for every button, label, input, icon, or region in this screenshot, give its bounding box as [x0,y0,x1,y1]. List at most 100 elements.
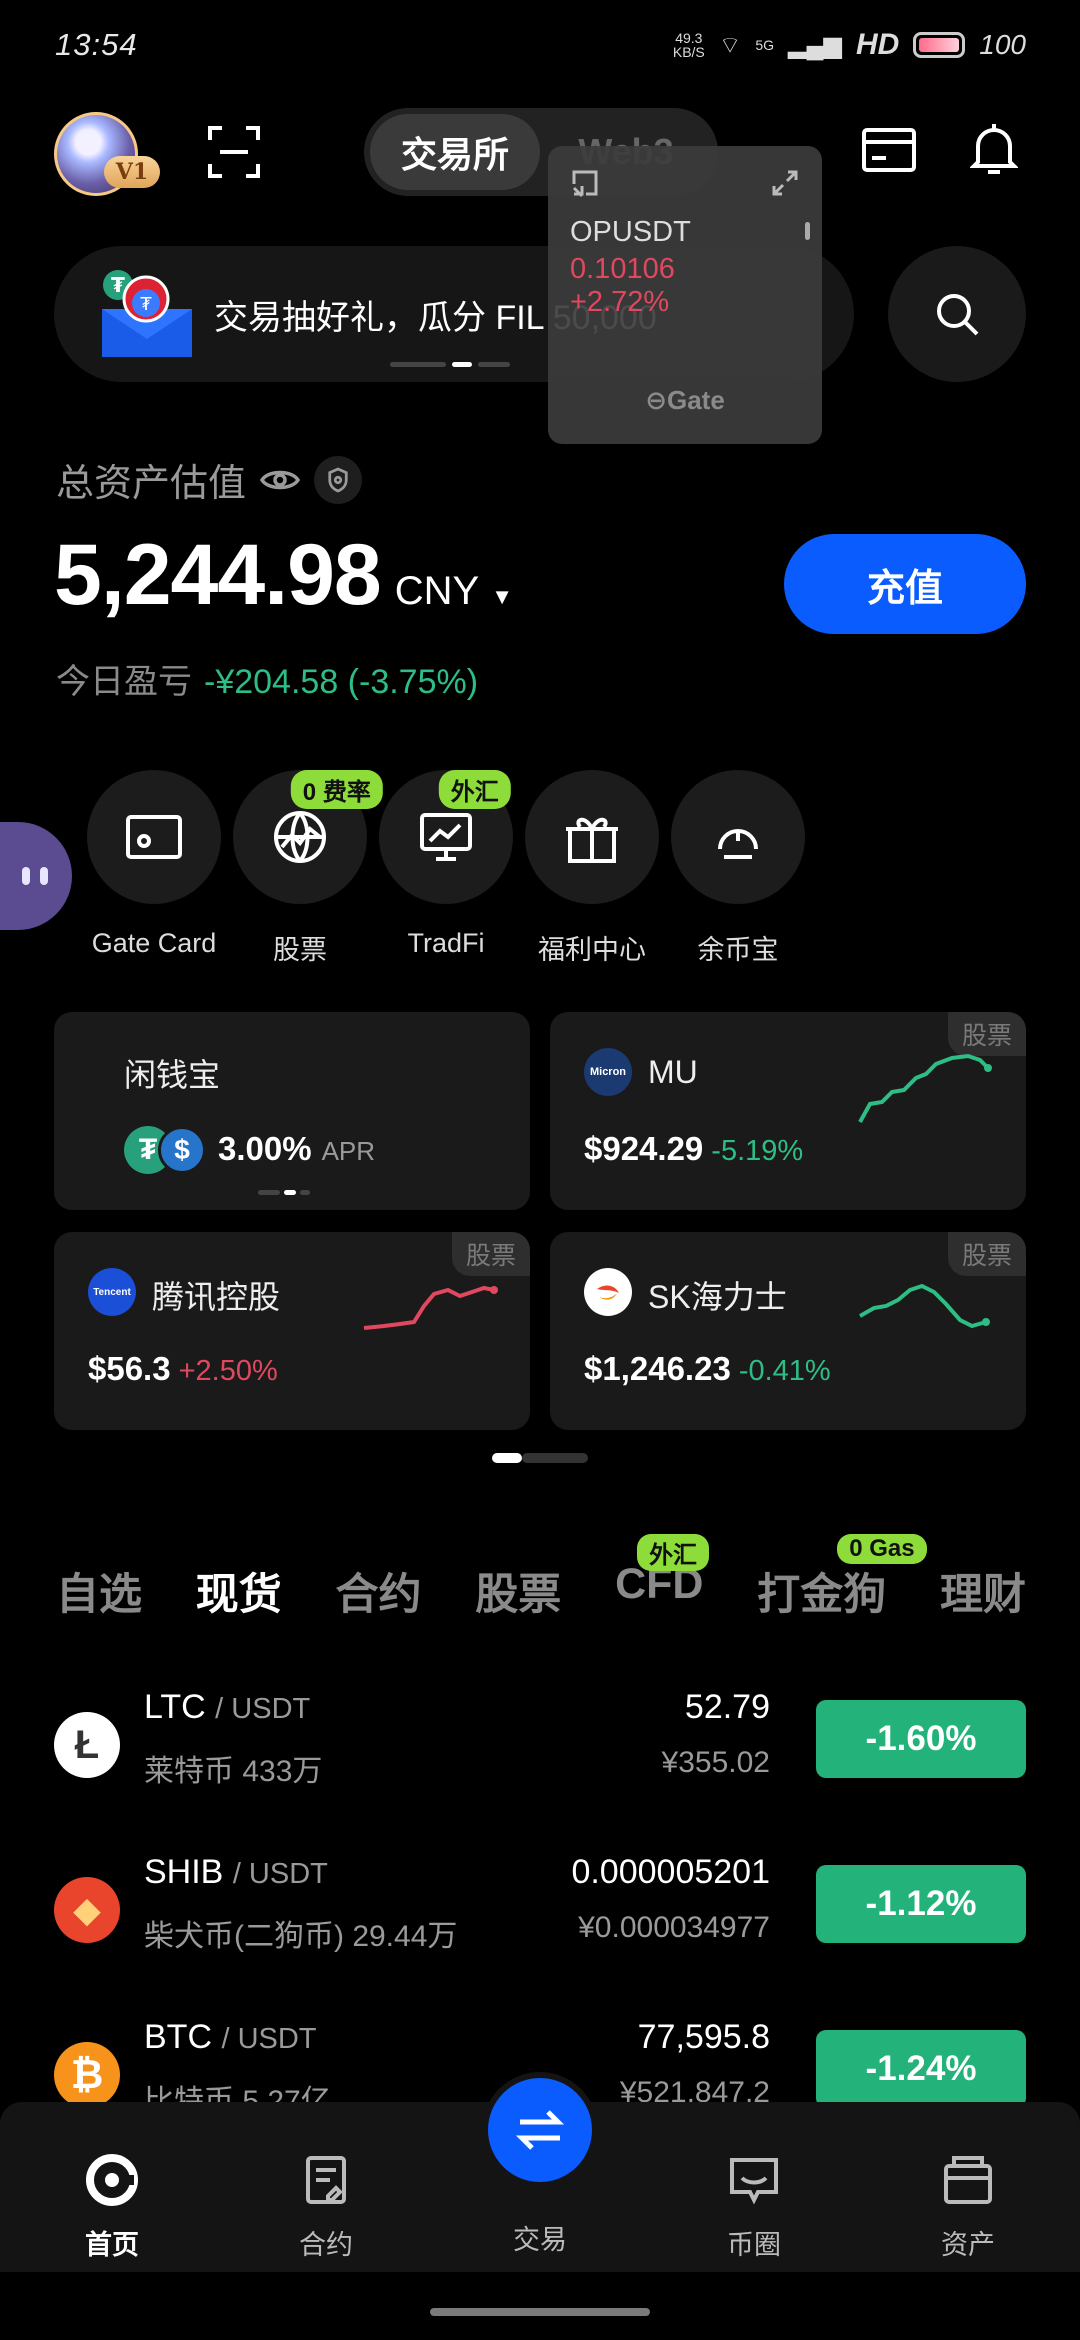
status-icons: 49.3 KB/S ⌔ 5G ▂▄▆ HD 100 [673,28,1026,62]
tab-futures[interactable]: 合约 [336,1560,422,1622]
nav-label: 资产 [941,2230,995,2260]
eye-icon[interactable] [260,466,301,494]
shortcut-row: Gate Card 股票 0 费率 TradFi 外汇 福利中心 余币宝 [54,766,1026,966]
shortcut-savings[interactable]: 余币宝 [638,766,838,966]
total-assets-label: 总资产估值 [56,452,363,507]
currency-selector[interactable]: CNY [395,569,479,614]
tab-tag: 0 Gas [837,1534,927,1564]
card-icon[interactable] [862,128,916,172]
coin-base: BTC [144,2018,212,2056]
expand-icon[interactable] [770,168,800,198]
nav-home[interactable]: 首页 [42,2152,182,2262]
hd-label: HD [855,28,900,61]
tab-stocks[interactable]: 股票 [475,1560,561,1622]
card-price: $924.29 [584,1130,704,1167]
swap-icon [515,2110,565,2150]
brand-text: Gate [666,385,725,415]
tab-label: 打金狗 [757,1571,887,1619]
tencent-logo: Tencent [88,1268,136,1316]
coin-name-volume: 莱特币 433万 [144,1755,323,1788]
micron-logo: Micron [584,1048,632,1096]
tab-label: 自选 [56,1571,142,1619]
card-price-row: $924.29 -5.19% [584,1130,803,1168]
card-name: SK海力士 [648,1279,787,1315]
gate-logo: ⊖Gate [645,385,725,415]
nav-community[interactable]: 币圈 [684,2152,824,2262]
tab-favorites[interactable]: 自选 [56,1560,142,1622]
apr-number: 3.00% [218,1130,312,1167]
trade-fab-button[interactable] [482,2072,598,2188]
coin-cny-price: ¥355.02 [661,1746,770,1779]
scan-icon[interactable] [206,124,262,180]
pnl-value: -¥204.58 (-3.75%) [204,663,479,701]
coin-base: SHIB [144,1853,224,1891]
card-pagination [258,1190,310,1195]
coin-quote: / USDT [221,2023,317,2055]
ticker-scrollbar[interactable] [805,222,810,240]
tab-label: 合约 [335,1571,422,1619]
coin-name-volume: 柴犬币(二狗币) 29.44万 [144,1920,458,1953]
shortcut-label: 余币宝 [697,935,779,965]
collapse-icon[interactable] [570,168,600,198]
card-mu[interactable]: 股票 Micron MU $924.29 -5.19% [550,1012,1026,1210]
bell-icon[interactable] [969,122,1019,178]
search-icon [937,294,979,336]
coin-cny-price: ¥0.000034977 [578,1911,770,1944]
tab-spot[interactable]: 现货 [196,1560,282,1622]
card-title: 闲钱宝 [124,1057,221,1093]
search-button[interactable] [888,246,1026,382]
coin-name-volume: 比特币 5.27亿 [144,2085,331,2102]
coin-last-price: 0.000005201 [571,1853,770,1891]
sparkline [363,1285,498,1330]
nav-label: 合约 [299,2230,353,2260]
card-idle-savings[interactable]: 闲钱宝 ₮ $ 3.00% APR [54,1012,530,1210]
ticker-symbol: OPUSDT [570,216,691,248]
contract-icon [306,2156,346,2204]
floating-ticker-window[interactable]: OPUSDT 0.10106 +2.72% ⊖Gate [548,146,822,444]
signal-label: 5G [755,37,775,53]
sparkline [859,1283,990,1329]
usdc-icon: $ [158,1126,206,1174]
nav-contract[interactable]: 合约 [256,2152,396,2262]
total-assets-value: 5,244.98 [54,527,382,623]
nav-assets[interactable]: 资产 [898,2152,1038,2262]
battery-level: 100 [979,29,1026,60]
wallet-icon [944,2156,992,2204]
coin-row-ltc[interactable]: Ł LTC / USDT 莱特币 433万 52.79 ¥355.02 -1.6… [54,1688,1026,1798]
wifi-icon: ⌔ [718,32,742,59]
card-tencent[interactable]: 股票 Tencent 腾讯控股 $56.3 +2.50% [54,1232,530,1430]
status-bar: 13:54 49.3 KB/S ⌔ 5G ▂▄▆ HD 100 [0,0,1080,90]
tab-label: 现货 [195,1571,282,1619]
caret-down-icon[interactable]: ▼ [491,584,513,610]
deposit-button[interactable]: 充值 [784,534,1026,634]
shield-icon[interactable] [314,455,363,504]
tab-cfd[interactable]: 外汇 CFD [615,1534,710,1622]
coin-pair: LTC / USDT [144,1688,310,1727]
coin-change-badge[interactable]: -1.12% [816,1865,1026,1943]
market-tabs: 自选 现货 合约 股票 外汇 CFD 0 Gas 打金狗 理财 [56,1534,1026,1622]
tab-exchange[interactable]: 交易所 [370,114,540,190]
tab-wealth[interactable]: 理财 [940,1560,1026,1622]
card-price: $1,246.23 [584,1350,731,1387]
svg-text:₮: ₮ [111,273,125,297]
card-tag: 股票 [947,1232,1026,1276]
coin-quote: / USDT [232,1858,328,1890]
btc-icon: ₿ [54,2042,120,2102]
coin-change-badge[interactable]: -1.60% [816,1700,1026,1778]
coin-row-shib[interactable]: ◆ SHIB / USDT 柴犬币(二狗币) 29.44万 0.00000520… [54,1853,1026,1963]
coin-quote: / USDT [215,1693,311,1725]
coin-change-badge[interactable]: -1.24% [816,2030,1026,2102]
apr-label: APR [321,1136,376,1166]
home-gesture-bar[interactable] [430,2308,650,2316]
card-tag: 股票 [947,1012,1026,1056]
net-speed-unit: KB/S [672,44,705,60]
card-price-row: $1,246.23 -0.41% [584,1350,831,1388]
savings-icon [671,770,805,904]
card-sk-hynix[interactable]: 股票 SK海力士 $1,246.23 -0.41% [550,1232,1026,1430]
nav-label: 交易 [513,2225,567,2255]
coin-cny-price: ¥521,847.2 [619,2076,770,2102]
tab-gold-dog[interactable]: 0 Gas 打金狗 [757,1534,927,1622]
cards-pagination [492,1453,588,1463]
vip-level-badge: V1 [104,156,160,188]
promo-image: ₮ ₮ [102,269,192,359]
